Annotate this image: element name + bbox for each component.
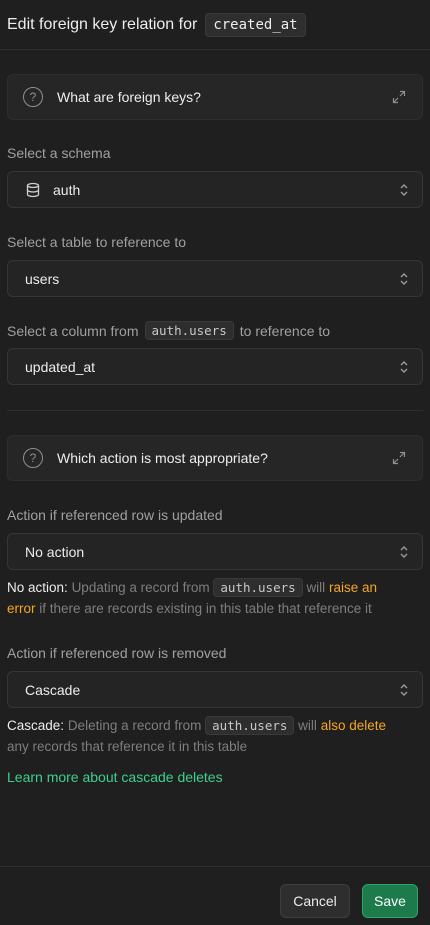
table-select[interactable]: users	[7, 260, 423, 297]
column-label-code: auth.users	[144, 321, 234, 340]
on-delete-help: Cascade: Deleting a record from auth.use…	[7, 716, 386, 754]
cancel-button[interactable]: Cancel	[280, 884, 350, 918]
chevron-up-down-icon	[400, 546, 408, 558]
column-label-prefix: Select a column from	[7, 322, 139, 339]
schema-select[interactable]: auth	[7, 171, 423, 208]
schema-label: Select a schema	[7, 145, 111, 161]
column-label: Select a column from auth.users to refer…	[7, 321, 423, 340]
column-name-chip: created_at	[205, 12, 306, 37]
chevron-up-down-icon	[400, 361, 408, 373]
question-circle-icon: ?	[23, 87, 43, 107]
header: Edit foreign key relation for created_at	[0, 0, 430, 50]
chevron-up-down-icon	[400, 273, 408, 285]
on-update-label: Action if referenced row is updated	[7, 507, 223, 523]
form: ? What are foreign keys? Select a schema…	[0, 50, 430, 785]
header-title: Edit foreign key relation for	[7, 15, 198, 33]
on-delete-label: Action if referenced row is removed	[7, 645, 227, 661]
foreign-keys-info-accordion[interactable]: ? What are foreign keys?	[7, 74, 423, 120]
column-value: updated_at	[25, 358, 96, 375]
chevron-up-down-icon	[400, 184, 408, 196]
on-delete-select[interactable]: Cascade	[7, 671, 423, 708]
on-delete-value: Cascade	[25, 681, 81, 698]
column-label-suffix: to reference to	[239, 322, 331, 339]
on-update-value: No action	[25, 543, 85, 560]
on-update-select[interactable]: No action	[7, 533, 423, 570]
learn-more-link[interactable]: Learn more about cascade deletes	[7, 769, 423, 785]
action-info-label: Which action is most appropriate?	[57, 450, 268, 466]
schema-value: auth	[53, 181, 81, 198]
table-label: Select a table to reference to	[7, 234, 186, 250]
footer: Cancel Save	[0, 866, 430, 925]
question-circle-icon: ?	[23, 448, 43, 468]
database-icon	[26, 182, 40, 197]
chevron-up-down-icon	[400, 684, 408, 696]
expand-icon	[392, 451, 406, 465]
table-value: users	[25, 270, 60, 287]
save-button[interactable]: Save	[362, 884, 418, 918]
expand-icon	[392, 90, 406, 104]
column-select[interactable]: updated_at	[7, 348, 423, 385]
on-update-help: No action: Updating a record from auth.u…	[7, 578, 377, 616]
action-info-accordion[interactable]: ? Which action is most appropriate?	[7, 435, 423, 481]
foreign-keys-info-label: What are foreign keys?	[57, 89, 201, 105]
